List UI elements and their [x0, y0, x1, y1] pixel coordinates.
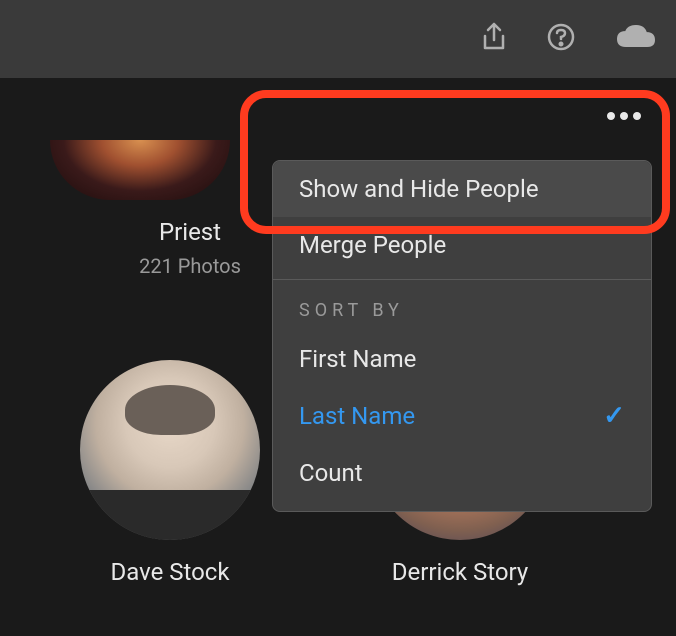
avatar: [80, 360, 260, 540]
person-name: Dave Stock: [80, 558, 260, 586]
sort-first-name[interactable]: First Name: [273, 331, 651, 387]
avatar: [50, 140, 230, 200]
menu-label: Count: [299, 459, 363, 487]
person-name: Derrick Story: [370, 558, 550, 586]
help-icon[interactable]: [546, 22, 576, 56]
menu-label: First Name: [299, 345, 416, 373]
sort-by-header: SORT BY: [273, 286, 651, 331]
options-dropdown: Show and Hide People Merge People SORT B…: [272, 160, 652, 512]
ellipsis-icon: [607, 112, 615, 120]
checkmark-icon: ✓: [603, 401, 625, 431]
person-card-dave-stock[interactable]: Dave Stock: [80, 360, 260, 586]
sort-last-name[interactable]: Last Name ✓: [273, 387, 651, 445]
menu-label: Last Name: [299, 402, 415, 430]
menu-label: Merge People: [299, 231, 446, 259]
divider: [273, 279, 651, 280]
menu-show-hide-people[interactable]: Show and Hide People: [273, 161, 651, 217]
share-icon[interactable]: [480, 22, 508, 56]
menu-label: Show and Hide People: [299, 175, 539, 203]
top-toolbar: [0, 0, 676, 78]
cloud-icon[interactable]: [614, 22, 658, 56]
menu-merge-people[interactable]: Merge People: [273, 217, 651, 273]
sort-count[interactable]: Count: [273, 445, 651, 501]
more-options-button[interactable]: [607, 112, 641, 120]
